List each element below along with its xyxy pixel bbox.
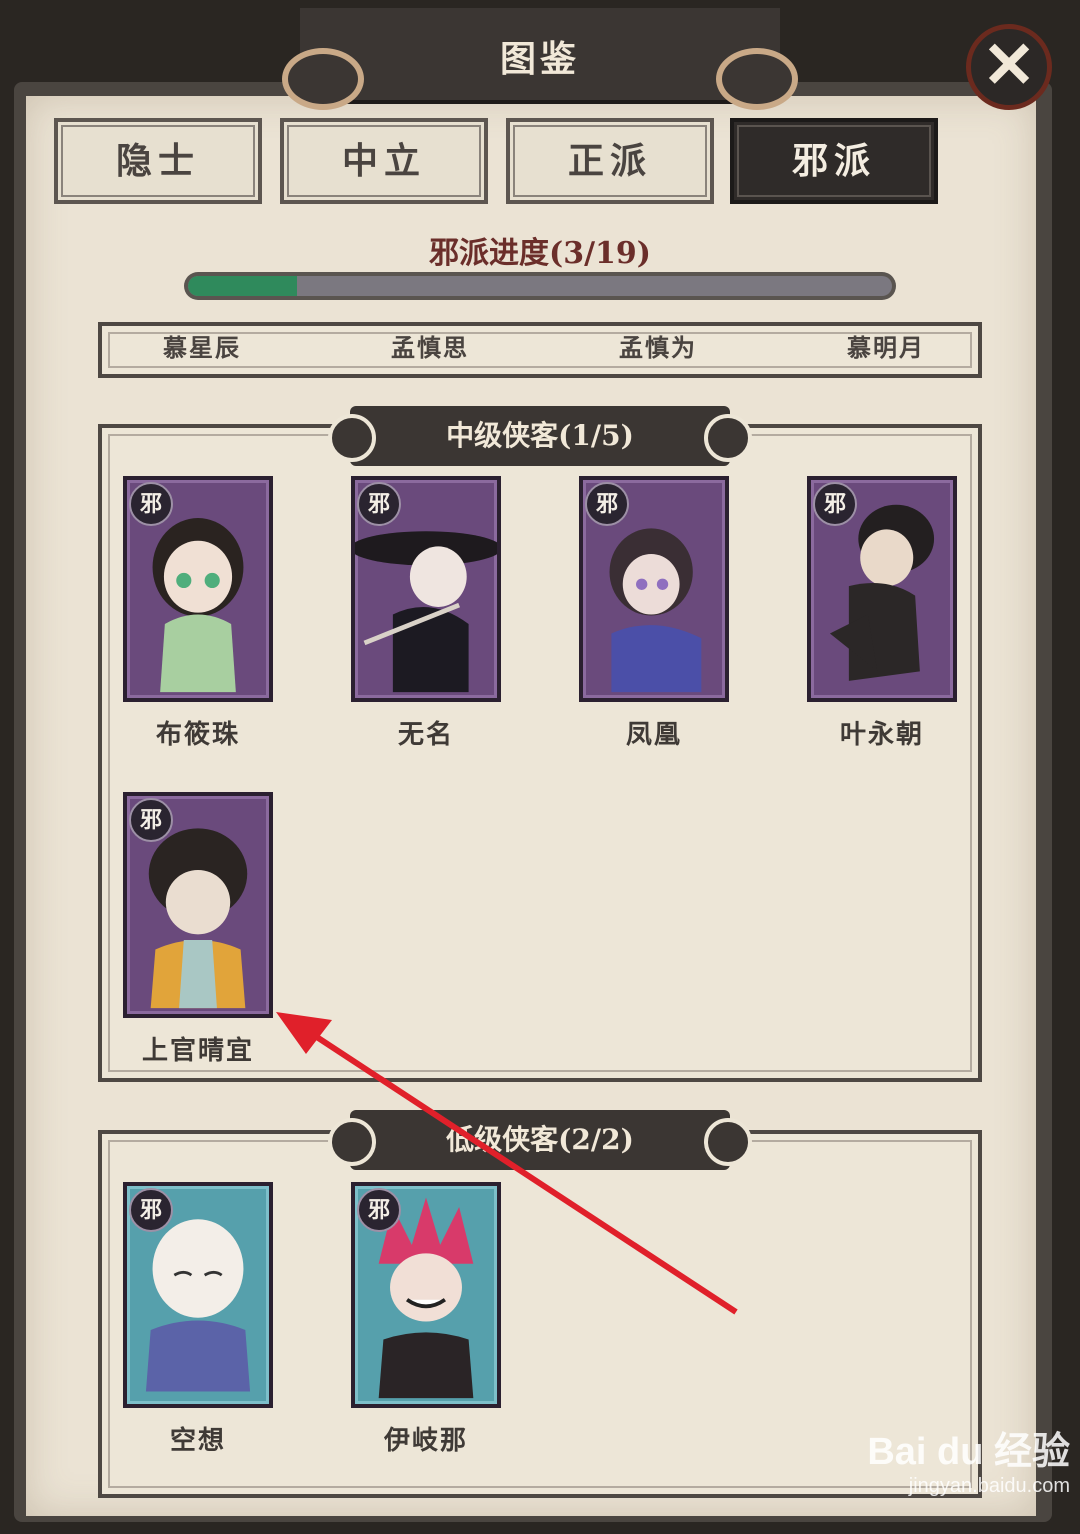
strip-name[interactable]: 孟慎思 (330, 328, 530, 363)
watermark: Bai du 经验 jingyan.baidu.com (830, 1420, 1070, 1498)
close-button[interactable]: ✕ (966, 24, 1052, 110)
mid-tier-header: 中级侠客(1/5) (328, 406, 752, 466)
progress-fill (188, 276, 298, 296)
watermark-url: jingyan.baidu.com (908, 1475, 1070, 1497)
evil-faction-badge: 邪 (129, 482, 173, 526)
strip-name[interactable]: 慕明月 (786, 328, 986, 363)
tab-hermit[interactable]: 隐士 (54, 118, 262, 204)
strip-name[interactable]: 慕星辰 (102, 328, 302, 363)
low-tier-header: 低级侠客(2/2) (328, 1110, 752, 1170)
page-title: 图鉴 (499, 38, 580, 80)
progress-label: 邪派进度(3/19) (429, 236, 651, 271)
evil-faction-badge: 邪 (129, 798, 173, 842)
faction-tabs: 隐士 中立 正派 邪派 (54, 118, 944, 208)
character-card[interactable]: 邪 (123, 476, 273, 702)
top-strip: 慕星辰 孟慎思 孟慎为 慕明月 (98, 322, 982, 378)
character-name: 凤凰 (625, 720, 682, 750)
character-card[interactable]: 邪 (807, 476, 957, 702)
character-name: 伊岐那 (383, 1426, 468, 1456)
watermark-logo: Bai du 经验 (867, 1431, 1070, 1473)
title-plate: 图鉴 (282, 8, 798, 110)
character-name: 布筱珠 (155, 720, 240, 750)
strip-name[interactable]: 孟慎为 (558, 328, 758, 363)
tab-neutral[interactable]: 中立 (280, 118, 488, 204)
character-card[interactable]: 邪 (123, 1182, 273, 1408)
tab-evil[interactable]: 邪派 (730, 118, 938, 204)
character-name: 空想 (169, 1426, 226, 1456)
evil-faction-badge: 邪 (585, 482, 629, 526)
evil-faction-badge: 邪 (813, 482, 857, 526)
character-card[interactable]: 邪 (351, 476, 501, 702)
progress-bar (184, 272, 896, 300)
evil-faction-badge: 邪 (357, 1188, 401, 1232)
tab-righteous[interactable]: 正派 (506, 118, 714, 204)
character-name: 上官晴宜 (141, 1036, 254, 1066)
character-card[interactable]: 邪 (123, 792, 273, 1018)
character-card[interactable]: 邪 (579, 476, 729, 702)
character-card[interactable]: 邪 (351, 1182, 501, 1408)
evil-faction-badge: 邪 (357, 482, 401, 526)
evil-faction-badge: 邪 (129, 1188, 173, 1232)
character-name: 无名 (397, 720, 454, 750)
character-name: 叶永朝 (839, 720, 924, 750)
